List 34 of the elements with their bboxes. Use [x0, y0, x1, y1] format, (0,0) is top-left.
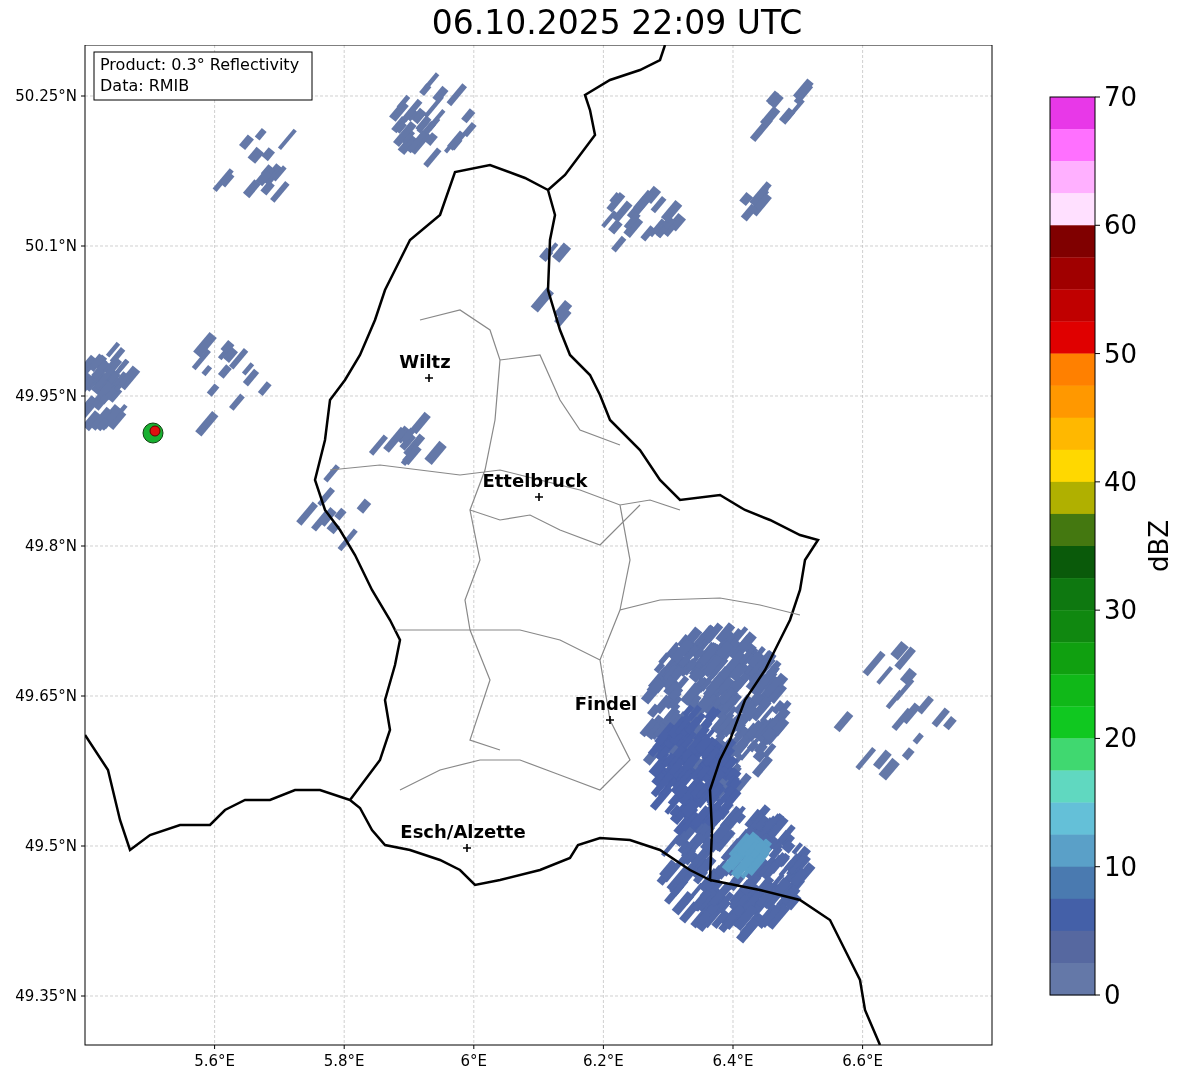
y-tick-label: 50.25°N — [15, 87, 77, 105]
city-marker-icon — [605, 715, 615, 725]
y-tick-label: 49.35°N — [15, 987, 77, 1005]
colorbar-tick-label: 0 — [1104, 980, 1121, 1010]
x-tick-label: 5.6°E — [194, 1052, 235, 1070]
x-tick-label: 6°E — [460, 1052, 488, 1070]
colorbar-tick-label: 50 — [1104, 338, 1138, 369]
x-tick-label: 6.2°E — [583, 1052, 624, 1070]
info-text: Data: RMIB — [100, 76, 190, 95]
city-label: Findel — [574, 693, 638, 714]
city-marker-icon — [462, 843, 472, 853]
colorbar-tick-label: 40 — [1104, 466, 1138, 497]
colorbar-tick-label: 30 — [1104, 595, 1138, 626]
y-tick-label: 49.5°N — [24, 837, 77, 855]
city-label: Esch/Alzette — [400, 821, 526, 842]
x-tick-label: 6.4°E — [712, 1052, 754, 1070]
y-tick-label: 49.95°N — [15, 387, 77, 405]
colorbar-label: dBZ — [1144, 519, 1174, 573]
y-tick-label: 49.8°N — [24, 537, 77, 555]
y-tick-label: 49.65°N — [15, 687, 77, 705]
colorbar-tick-label: 10 — [1104, 851, 1138, 882]
colorbar-tick-label: 20 — [1104, 723, 1138, 754]
colorbar-tick-label: 60 — [1104, 210, 1138, 241]
colorbar-tick-label: 70 — [1104, 82, 1138, 112]
city-label: Ettelbruck — [482, 470, 588, 491]
y-tick-label: 50.1°N — [24, 237, 77, 255]
chart-title: 06.10.2025 22:09 UTC — [430, 2, 804, 44]
x-tick-label: 6.6°E — [842, 1052, 883, 1070]
city-marker-icon — [424, 373, 434, 383]
radar-site-icon — [142, 422, 164, 444]
city-marker-icon — [534, 492, 544, 502]
info-text: Product: 0.3° Reflectivity — [100, 55, 300, 74]
city-label: Wiltz — [399, 351, 451, 372]
x-tick-label: 5.8°E — [323, 1052, 365, 1070]
